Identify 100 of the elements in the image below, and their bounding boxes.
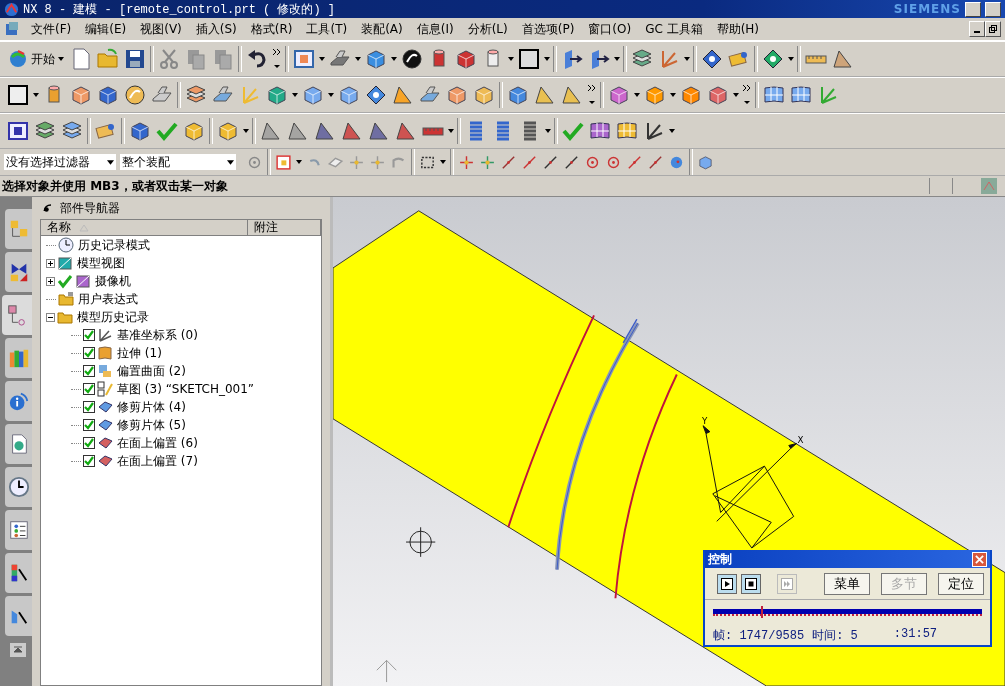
start-button[interactable]: 开始 bbox=[6, 49, 66, 69]
caret-icon[interactable] bbox=[614, 57, 620, 61]
navigator-tab[interactable] bbox=[2, 295, 32, 335]
tree-item[interactable]: 修剪片体 (4) bbox=[115, 398, 186, 416]
checkbox[interactable] bbox=[83, 329, 95, 341]
scope-dropdown[interactable]: 整个装配 bbox=[120, 154, 236, 170]
rectangle-icon[interactable] bbox=[6, 83, 30, 107]
menu-item[interactable]: 文件(F) bbox=[24, 20, 79, 38]
line-icon[interactable] bbox=[500, 153, 517, 171]
save-icon[interactable] bbox=[123, 47, 147, 71]
caret-icon[interactable] bbox=[33, 93, 39, 97]
navigator-tab[interactable] bbox=[5, 338, 32, 378]
menu-item[interactable]: 首选项(P) bbox=[514, 20, 582, 38]
caret-icon[interactable] bbox=[440, 160, 446, 164]
sphere-icon[interactable] bbox=[123, 83, 147, 107]
chevron-icon[interactable] bbox=[272, 47, 282, 71]
caret-icon[interactable] bbox=[391, 57, 397, 61]
navigator-tab[interactable] bbox=[5, 424, 32, 464]
caret-icon[interactable] bbox=[684, 57, 690, 61]
diamond-icon[interactable] bbox=[364, 83, 388, 107]
caret-icon[interactable] bbox=[296, 160, 302, 164]
sphere-icon[interactable] bbox=[400, 47, 424, 71]
type-filter-dropdown[interactable]: 没有选择过滤器 bbox=[4, 154, 116, 170]
menu-item[interactable]: GC 工具箱 bbox=[638, 20, 710, 38]
caret-icon[interactable] bbox=[544, 57, 550, 61]
dialog-button[interactable]: 菜单 bbox=[824, 573, 870, 595]
expander-icon[interactable] bbox=[46, 276, 55, 286]
expander-icon[interactable] bbox=[46, 258, 55, 268]
navigator-tab[interactable] bbox=[5, 467, 32, 507]
line-icon[interactable] bbox=[563, 153, 580, 171]
diamond-icon[interactable] bbox=[761, 47, 785, 71]
caret-icon[interactable] bbox=[545, 129, 551, 133]
restore-button[interactable] bbox=[985, 21, 1001, 37]
tree-item[interactable]: 偏置曲面 (2) bbox=[115, 362, 186, 380]
column-header[interactable]: 名称 bbox=[41, 220, 248, 236]
menu-item[interactable]: 分析(L) bbox=[460, 20, 515, 38]
caret-icon[interactable] bbox=[328, 93, 334, 97]
menu-item[interactable]: 帮助(H) bbox=[709, 20, 767, 38]
menu-item[interactable]: 信息(I) bbox=[409, 20, 461, 38]
tree-item[interactable]: 修剪片体 (5) bbox=[115, 416, 186, 434]
checkbox[interactable] bbox=[83, 437, 95, 449]
caret-icon[interactable] bbox=[448, 129, 454, 133]
navigator-tab[interactable] bbox=[5, 381, 32, 421]
menu-item[interactable]: 窗口(O) bbox=[581, 20, 639, 38]
chevron-icon[interactable] bbox=[587, 83, 597, 107]
checkbox[interactable] bbox=[83, 401, 95, 413]
navigator-tab[interactable] bbox=[5, 252, 32, 292]
frame-icon[interactable] bbox=[292, 47, 316, 71]
menu-item[interactable]: 编辑(E) bbox=[78, 20, 134, 38]
timeline-thumb[interactable] bbox=[761, 606, 764, 618]
caret-icon[interactable] bbox=[292, 93, 298, 97]
expander-icon[interactable] bbox=[46, 312, 55, 322]
tree-item[interactable]: 拉伸 (1) bbox=[115, 344, 162, 362]
stop-button[interactable] bbox=[741, 574, 761, 594]
tree-item[interactable]: 历史记录模式 bbox=[76, 236, 150, 254]
rectangle-icon[interactable] bbox=[517, 47, 541, 71]
tree-item[interactable]: 模型历史记录 bbox=[75, 308, 149, 326]
tree-item[interactable]: 在面上偏置 (7) bbox=[115, 452, 198, 470]
menu-item[interactable]: 视图(V) bbox=[133, 20, 189, 38]
caret-icon[interactable] bbox=[634, 93, 640, 97]
dialog-button[interactable]: 定位 bbox=[938, 573, 984, 595]
checkbox[interactable] bbox=[83, 455, 95, 467]
navigator-tab[interactable] bbox=[5, 553, 32, 593]
navigator-tab[interactable] bbox=[5, 510, 32, 550]
caret-icon[interactable] bbox=[669, 129, 675, 133]
line-icon[interactable] bbox=[542, 153, 559, 171]
tree-item[interactable]: 用户表达式 bbox=[76, 290, 138, 308]
navigator-tab[interactable] bbox=[5, 596, 32, 636]
checkbox[interactable] bbox=[83, 347, 95, 359]
frame-icon[interactable] bbox=[275, 153, 292, 171]
tree-item[interactable]: 摄像机 bbox=[93, 272, 131, 290]
line-icon[interactable] bbox=[647, 153, 664, 171]
chevron-icon[interactable] bbox=[742, 83, 752, 107]
cube-icon[interactable] bbox=[697, 153, 714, 171]
checkbox[interactable] bbox=[83, 419, 95, 431]
tree-item[interactable]: 基准坐标系 (0) bbox=[115, 326, 198, 344]
caret-icon[interactable] bbox=[508, 57, 514, 61]
scroll-up-button[interactable] bbox=[10, 643, 26, 657]
restore-button[interactable] bbox=[985, 1, 1001, 17]
menu-item[interactable]: 格式(R) bbox=[243, 20, 300, 38]
tree-item[interactable]: 草图 (3) “SKETCH_001” bbox=[115, 380, 255, 398]
frame-icon[interactable] bbox=[6, 119, 30, 143]
checkbox[interactable] bbox=[83, 383, 95, 395]
menu-item[interactable]: 工具(T) bbox=[299, 20, 355, 38]
minimize-button[interactable] bbox=[969, 21, 985, 37]
menu-item[interactable]: 插入(S) bbox=[188, 20, 244, 38]
caret-icon[interactable] bbox=[355, 57, 361, 61]
caret-icon[interactable] bbox=[788, 57, 794, 61]
tree-item[interactable]: 模型视图 bbox=[75, 254, 125, 272]
checkbox[interactable] bbox=[83, 365, 95, 377]
play-button[interactable] bbox=[717, 574, 737, 594]
caret-icon[interactable] bbox=[733, 93, 739, 97]
diamond-icon[interactable] bbox=[700, 47, 724, 71]
caret-icon[interactable] bbox=[243, 129, 249, 133]
caret-icon[interactable] bbox=[670, 93, 676, 97]
caret-icon[interactable] bbox=[319, 57, 325, 61]
minimize-button[interactable] bbox=[965, 1, 981, 17]
tree-item[interactable]: 在面上偏置 (6) bbox=[115, 434, 198, 452]
column-header[interactable]: 附注 bbox=[248, 220, 321, 236]
menu-item[interactable]: 装配(A) bbox=[354, 20, 410, 38]
